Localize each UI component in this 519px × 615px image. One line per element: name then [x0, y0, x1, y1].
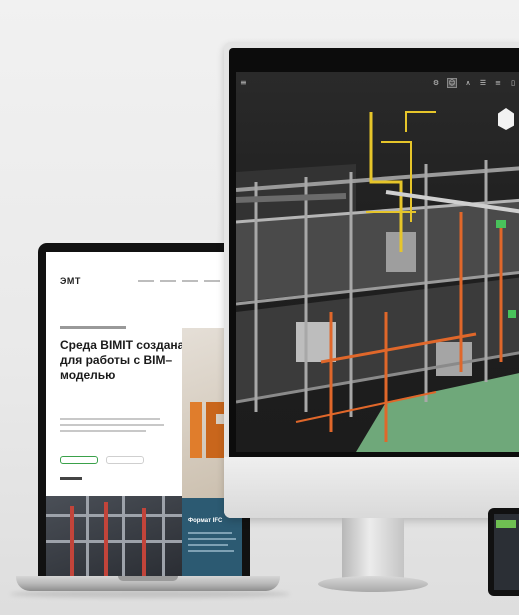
layers-icon[interactable]: ▯	[509, 79, 517, 87]
bim-model-thumbnail	[46, 496, 182, 578]
model-column	[162, 496, 165, 578]
site-nav-item[interactable]	[160, 280, 176, 282]
settings-icon[interactable]: ⚙	[432, 79, 440, 87]
site-nav-item[interactable]	[204, 280, 220, 282]
model-column	[70, 506, 74, 578]
green-ground-zone	[356, 373, 519, 452]
hero-text-line	[60, 430, 146, 432]
tablet-accent	[496, 520, 516, 528]
list-icon[interactable]: ☰	[479, 79, 487, 87]
green-fitting	[496, 220, 506, 228]
hamburger-icon[interactable]: ≡	[240, 78, 247, 87]
hero-link[interactable]	[60, 477, 82, 480]
model-column	[142, 508, 146, 578]
model-column	[104, 502, 108, 578]
promo-title: Формат IFC	[188, 518, 223, 524]
bim-model-3d[interactable]	[236, 72, 519, 452]
promo-text-line	[188, 550, 234, 552]
monitor-chin	[224, 457, 519, 518]
yellow-pipe	[405, 111, 436, 132]
laptop-screen: ЭМТ Среда BIMIT создана для работы с BIM…	[46, 252, 242, 578]
hero-title: Среда BIMIT создана для работы с BIM–мод…	[60, 338, 185, 382]
promo-text-line	[188, 544, 228, 546]
hero-text-line	[60, 424, 164, 426]
hero-kicker	[60, 326, 126, 329]
site-logo[interactable]: ЭМТ	[60, 276, 81, 286]
bim-viewer-screen[interactable]: ≡ ⚙ ☺ ∧ ☰ ≡ ▯	[236, 72, 519, 452]
model-column	[122, 496, 125, 578]
promo-text-line	[188, 538, 236, 540]
monitor-stand	[342, 518, 404, 580]
hero-primary-button[interactable]	[60, 456, 98, 464]
person-icon[interactable]: ☺	[447, 78, 457, 88]
laptop-notch	[118, 576, 178, 581]
site-nav-item[interactable]	[138, 280, 154, 282]
laptop-shadow	[10, 590, 290, 598]
site-nav-item[interactable]	[182, 280, 198, 282]
monitor-foot	[318, 576, 428, 592]
green-fitting	[508, 310, 516, 318]
promo-text-line	[188, 532, 232, 534]
duct	[236, 193, 347, 203]
hero-text-line	[60, 418, 160, 420]
hero-secondary-button[interactable]	[106, 456, 144, 464]
wall-panel	[436, 342, 472, 376]
sliders-icon[interactable]: ≡	[494, 79, 502, 87]
model-column	[86, 496, 89, 578]
hero-buttons	[60, 456, 144, 464]
viewer-toolbar: ⚙ ☺ ∧ ☰ ≡ ▯	[432, 78, 517, 88]
measure-icon[interactable]: ∧	[464, 79, 472, 87]
ifc-letter-i	[190, 402, 202, 458]
